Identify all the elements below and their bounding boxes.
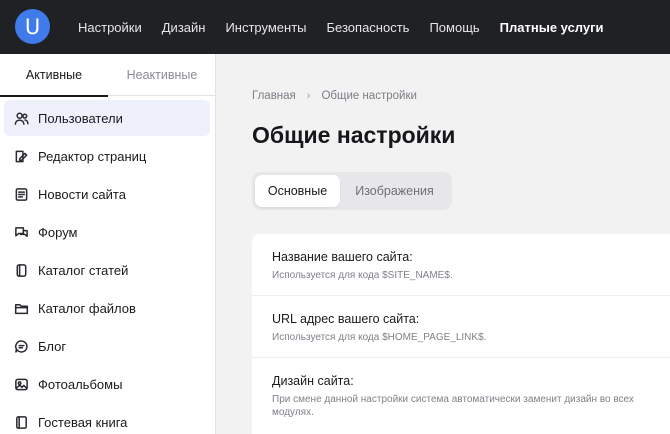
sidebar-list: Пользователи Редактор страниц Новости са…: [0, 100, 216, 434]
top-nav: Настройки Дизайн Инструменты Безопасност…: [78, 0, 624, 54]
sidebar-item-label: Каталог файлов: [38, 300, 136, 316]
nav-settings[interactable]: Настройки: [78, 20, 142, 35]
sidebar-item-guestbook[interactable]: Гостевая книга: [4, 404, 210, 434]
sidebar-item-label: Новости сайта: [38, 186, 126, 202]
nav-paid-services[interactable]: Платные услуги: [500, 20, 604, 35]
logo-letter: U: [24, 14, 41, 39]
main-content: Главная › Общие настройки Общие настройк…: [217, 54, 670, 434]
sidebar-item-files[interactable]: Каталог файлов: [4, 290, 210, 326]
sidebar-item-label: Каталог статей: [38, 262, 129, 278]
sidebar-item-label: Редактор страниц: [38, 148, 147, 164]
nav-security[interactable]: Безопасность: [327, 20, 410, 35]
sidebar-item-users[interactable]: Пользователи: [4, 100, 210, 136]
users-icon: [13, 110, 29, 126]
setting-row-site-name[interactable]: Название вашего сайта: Используется для …: [252, 234, 670, 296]
blog-icon: [13, 338, 29, 354]
sidebar-item-label: Пользователи: [38, 110, 123, 126]
setting-row-site-design[interactable]: Дизайн сайта: При смене данной настройки…: [252, 358, 670, 434]
sidebar-item-label: Гостевая книга: [38, 414, 128, 430]
sidebar-item-photo-albums[interactable]: Фотоальбомы: [4, 366, 210, 402]
articles-icon: [13, 262, 29, 278]
tab-images[interactable]: Изображения: [340, 175, 449, 207]
page-edit-icon: [13, 148, 29, 164]
nav-help[interactable]: Помощь: [429, 20, 479, 35]
sidebar: Активные Неактивные Пользователи Редакто…: [0, 54, 216, 434]
setting-title: URL адрес вашего сайта:: [272, 312, 420, 326]
setting-description: При смене данной настройки система автом…: [272, 394, 634, 418]
settings-tabs: Основные Изображения: [252, 172, 452, 210]
breadcrumb: Главная › Общие настройки: [252, 90, 417, 102]
chevron-right-icon: ›: [306, 90, 311, 102]
tab-inactive-modules[interactable]: Неактивные: [108, 54, 216, 96]
sidebar-item-blog[interactable]: Блог: [4, 328, 210, 364]
settings-card: Название вашего сайта: Используется для …: [252, 234, 670, 434]
setting-title: Дизайн сайта:: [272, 374, 354, 388]
sidebar-item-forum[interactable]: Форум: [4, 214, 210, 250]
breadcrumb-home[interactable]: Главная: [252, 90, 296, 102]
top-bar: U Настройки Дизайн Инструменты Безопасно…: [0, 0, 670, 54]
setting-title: Название вашего сайта:: [272, 250, 413, 264]
sidebar-item-label: Форум: [38, 224, 78, 240]
page-title: Общие настройки: [252, 122, 456, 148]
nav-design[interactable]: Дизайн: [162, 20, 206, 35]
breadcrumb-current: Общие настройки: [321, 90, 417, 102]
photo-icon: [13, 376, 29, 392]
sidebar-item-news[interactable]: Новости сайта: [4, 176, 210, 212]
news-icon: [13, 186, 29, 202]
sidebar-item-page-editor[interactable]: Редактор страниц: [4, 138, 210, 174]
sidebar-tabs: Активные Неактивные: [0, 54, 216, 97]
forum-icon: [13, 224, 29, 240]
setting-row-site-url[interactable]: URL адрес вашего сайта: Используется для…: [252, 296, 670, 358]
setting-description: Используется для кода $HOME_PAGE_LINK$.: [272, 332, 487, 343]
sidebar-item-articles[interactable]: Каталог статей: [4, 252, 210, 288]
setting-description: Используется для кода $SITE_NAME$.: [272, 270, 453, 281]
guestbook-icon: [13, 414, 29, 430]
sidebar-item-label: Блог: [38, 338, 67, 354]
nav-tools[interactable]: Инструменты: [225, 20, 306, 35]
tab-main[interactable]: Основные: [255, 175, 340, 207]
tab-active-modules[interactable]: Активные: [0, 54, 108, 97]
sidebar-item-label: Фотоальбомы: [38, 376, 123, 392]
logo-avatar[interactable]: U: [15, 9, 50, 44]
folder-icon: [13, 300, 29, 316]
